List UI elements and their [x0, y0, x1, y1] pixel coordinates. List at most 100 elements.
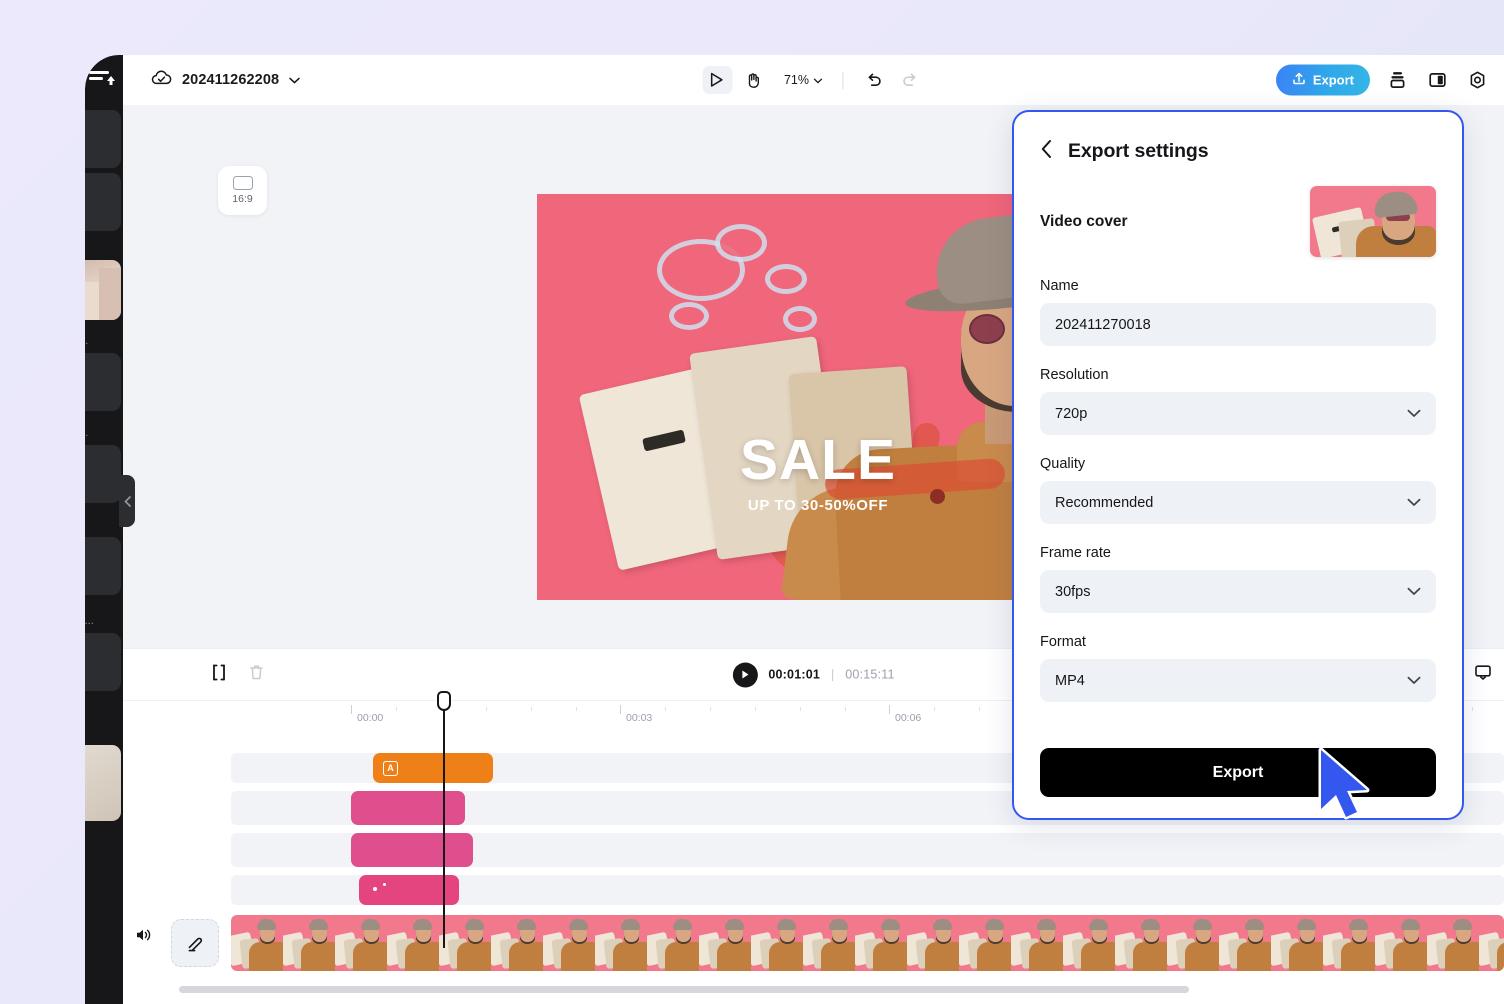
export-confirm-label: Export [1212, 763, 1264, 781]
media-thumbnail[interactable] [85, 745, 121, 821]
zoom-level-value: 71% [783, 73, 810, 87]
quality-value: Recommended [1055, 494, 1154, 511]
decor-cloud [783, 306, 817, 332]
project-name: 202411262208 [182, 72, 280, 88]
current-time: 00:01:01 [768, 667, 821, 682]
framerate-select[interactable]: 30fps [1040, 570, 1436, 613]
timeline-right-tools [1474, 664, 1492, 686]
chevron-left-icon [1041, 140, 1051, 158]
resolution-value: 720p [1055, 405, 1088, 422]
quality-field-group: Quality Recommended [1014, 456, 1462, 524]
resolution-select[interactable]: 720p [1040, 392, 1436, 435]
undo-button[interactable] [859, 66, 889, 94]
sidebar-collapse-handle[interactable] [119, 475, 135, 527]
export-settings-panel: Export settings Video cover Name 2024112… [1012, 110, 1464, 820]
framerate-value: 30fps [1055, 583, 1091, 600]
play-icon [741, 670, 748, 679]
panel-title: Export settings [1068, 140, 1209, 162]
name-input[interactable]: 202411270018 [1040, 303, 1436, 346]
media-card[interactable] [85, 110, 121, 168]
decor-cloud [669, 302, 709, 330]
chevron-down-icon [1407, 673, 1421, 689]
text-a-icon: A [383, 760, 398, 776]
filmstrip[interactable] [231, 915, 1504, 971]
format-label: Format [1040, 634, 1086, 650]
monitor-icon[interactable] [1474, 664, 1492, 686]
hand-tool[interactable] [738, 66, 768, 94]
panel-header: Export settings [1014, 112, 1462, 164]
menu-logo-icon[interactable] [85, 67, 115, 87]
playback-controls: 00:01:01 | 00:15:11 [732, 662, 894, 687]
timeline-horizontal-scrollbar[interactable] [179, 986, 1189, 993]
chevron-down-icon[interactable] [289, 71, 300, 89]
media-card[interactable] [85, 445, 121, 503]
project-chip[interactable]: 202411262208 [151, 69, 300, 92]
center-tool-group: 71% [701, 66, 925, 94]
time-divider: | [831, 667, 835, 682]
playhead-handle[interactable] [437, 691, 451, 711]
name-label: Name [1040, 278, 1079, 294]
media-thumbnail[interactable] [85, 260, 121, 320]
ruler-label: 00:06 [895, 712, 922, 724]
export-button-label: Export [1312, 72, 1354, 88]
edit-clip-button[interactable] [171, 919, 219, 967]
quality-select[interactable]: Recommended [1040, 481, 1436, 524]
format-field-group: Format MP4 [1014, 634, 1462, 702]
media-label: ce... [85, 615, 94, 627]
play-button[interactable] [732, 662, 758, 687]
zoom-level-selector[interactable]: 71% [784, 73, 822, 87]
resolution-label: Resolution [1040, 367, 1109, 383]
aspect-ratio-badge[interactable]: 16:9 [218, 166, 267, 215]
speaker-icon [137, 929, 151, 941]
total-duration: 00:15:11 [845, 667, 895, 682]
stack-icon[interactable] [1384, 67, 1410, 93]
chevron-left-icon [123, 495, 131, 507]
left-sidebar-rail: 8... 6... ce... [85, 55, 123, 1004]
track-row[interactable] [231, 833, 1504, 867]
mute-toggle-button[interactable] [135, 927, 152, 948]
chevron-down-icon [813, 73, 822, 87]
chevron-down-icon [1407, 495, 1421, 511]
resolution-field-group: Resolution 720p [1014, 367, 1462, 435]
media-label: 6... [85, 427, 89, 439]
decor-cloud [715, 224, 767, 262]
redo-button[interactable] [895, 66, 925, 94]
timeline-playhead[interactable] [437, 691, 451, 948]
name-field-group: Name 202411270018 [1014, 278, 1462, 346]
model-sunglasses [969, 314, 1005, 344]
ruler-label: 00:03 [626, 712, 653, 724]
export-confirm-button[interactable]: Export [1040, 748, 1436, 797]
coat-button [930, 489, 945, 504]
format-select[interactable]: MP4 [1040, 659, 1436, 702]
select-tool[interactable] [701, 66, 732, 94]
quality-label: Quality [1040, 456, 1086, 472]
video-cover-label: Video cover [1040, 212, 1128, 230]
name-input-value: 202411270018 [1055, 316, 1151, 333]
export-button[interactable]: Export [1275, 64, 1370, 96]
decor-cloud [765, 264, 807, 294]
chevron-down-icon [1407, 406, 1421, 422]
back-button[interactable] [1040, 139, 1053, 164]
timeline-left-tools [211, 664, 264, 686]
framerate-label: Frame rate [1040, 545, 1111, 561]
media-card[interactable] [85, 353, 121, 411]
chevron-down-icon [1407, 584, 1421, 600]
gear-icon[interactable] [1464, 67, 1490, 93]
split-view-icon[interactable] [1424, 67, 1450, 93]
top-toolbar: 202411262208 71% Export [123, 55, 1504, 105]
media-card[interactable] [85, 173, 121, 231]
track-row[interactable] [231, 875, 1504, 905]
text-clip[interactable]: A [373, 753, 493, 783]
delete-clip-button[interactable] [249, 664, 264, 686]
ruler-label: 00:00 [357, 712, 384, 724]
media-card[interactable] [85, 633, 121, 691]
media-card[interactable] [85, 537, 121, 595]
media-label: 8... [85, 335, 89, 347]
split-clip-button[interactable] [211, 664, 227, 686]
effect-clip[interactable] [351, 833, 473, 867]
effect-clip[interactable] [351, 791, 465, 825]
pencil-icon [188, 937, 202, 951]
video-cover-thumbnail[interactable] [1310, 186, 1436, 257]
top-right-actions: Export [1275, 64, 1490, 96]
aspect-ratio-label: 16:9 [232, 193, 253, 205]
